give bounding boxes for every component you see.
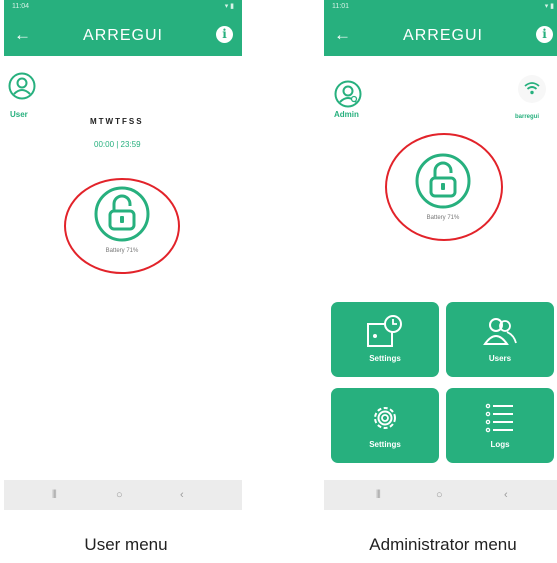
- app-bar: ← ARREGUI i: [4, 14, 242, 56]
- access-schedule: 00:00 | 23:59: [94, 140, 141, 149]
- status-time: 11:01: [332, 3, 349, 10]
- weekday-schedule: MTWTFSS: [90, 117, 144, 126]
- status-icons: ▾ ▮: [224, 3, 234, 10]
- android-nav-bar: ⦀ ○ ‹: [324, 480, 557, 510]
- status-icons: ▾ ▮: [544, 3, 554, 10]
- info-icon[interactable]: i: [216, 26, 233, 43]
- role-label: User: [10, 110, 28, 119]
- app-bar: ← ARREGUI i: [324, 14, 557, 56]
- info-icon[interactable]: i: [536, 26, 553, 43]
- tile-label: Settings: [369, 440, 401, 449]
- highlight-circle: [385, 133, 503, 241]
- app-logo: ARREGUI: [83, 27, 163, 44]
- wifi-name: barregui: [515, 114, 540, 120]
- tile-settings[interactable]: Settings: [331, 388, 439, 463]
- user-avatar-icon[interactable]: [8, 72, 36, 100]
- tile-label: Settings: [369, 354, 401, 363]
- tile-lock-settings[interactable]: Settings: [331, 302, 439, 377]
- status-bar: 11:01 ▾ ▮: [324, 0, 557, 14]
- status-time: 11:04: [12, 3, 29, 10]
- door-clock-icon: [367, 315, 402, 347]
- app-logo: ARREGUI: [403, 27, 483, 44]
- users-icon: [483, 318, 517, 345]
- back-nav-icon[interactable]: ‹: [504, 487, 508, 503]
- user-menu-caption: User menu: [84, 535, 168, 554]
- tile-label: Logs: [490, 440, 510, 449]
- admin-menu-caption: Administrator menu: [369, 535, 517, 554]
- gear-icon: [374, 407, 396, 429]
- tile-users[interactable]: Users: [446, 302, 554, 377]
- wifi-icon[interactable]: [517, 74, 547, 104]
- back-nav-icon[interactable]: ‹: [180, 487, 184, 503]
- recent-apps-icon[interactable]: ⦀: [376, 487, 381, 503]
- highlight-circle: [64, 178, 180, 274]
- tile-logs[interactable]: Logs: [446, 388, 554, 463]
- home-icon[interactable]: ○: [116, 487, 123, 503]
- role-label: Admin: [334, 110, 359, 119]
- user-phone-screen: 11:04 ▾ ▮ ← ARREGUI i User MTWTFSS 00:00…: [4, 0, 242, 510]
- home-icon[interactable]: ○: [436, 487, 443, 503]
- list-icon: [485, 403, 513, 433]
- admin-phone-screen: 11:01 ▾ ▮ ← ARREGUI i Admin barregui Bat…: [324, 0, 557, 510]
- android-nav-bar: ⦀ ○ ‹: [4, 480, 242, 510]
- recent-apps-icon[interactable]: ⦀: [52, 487, 57, 503]
- admin-avatar-icon[interactable]: [334, 80, 362, 108]
- tile-label: Users: [488, 354, 512, 363]
- status-bar: 11:04 ▾ ▮: [4, 0, 242, 14]
